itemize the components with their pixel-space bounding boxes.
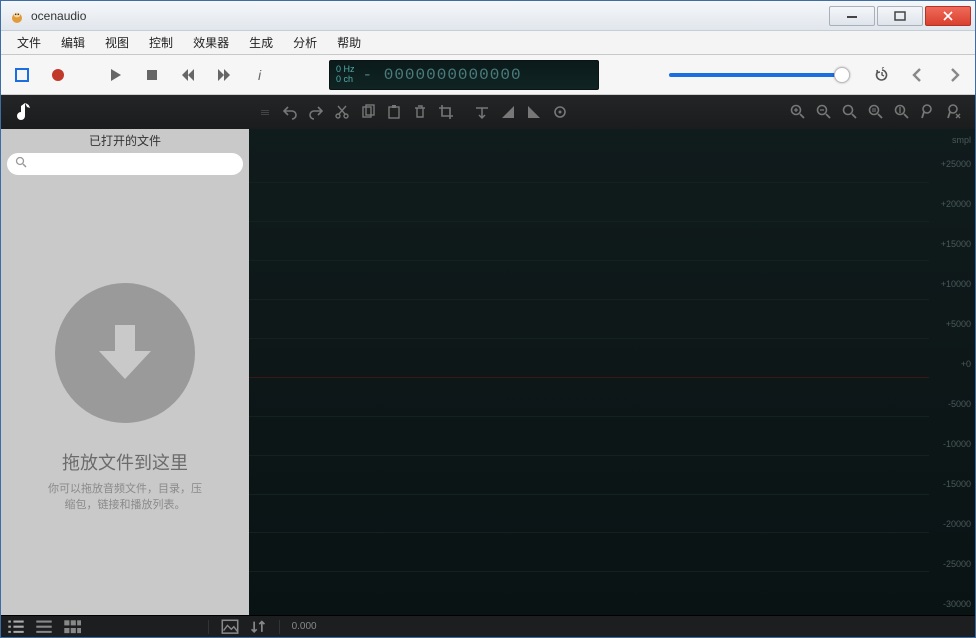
menu-analyze[interactable]: 分析 bbox=[283, 31, 327, 54]
zoom-selection-button[interactable] bbox=[864, 100, 888, 124]
zoom-out-button[interactable] bbox=[812, 100, 836, 124]
logo-icon bbox=[9, 99, 35, 125]
menu-generate[interactable]: 生成 bbox=[239, 31, 283, 54]
view-list-button[interactable] bbox=[7, 619, 25, 635]
rewind-button[interactable] bbox=[177, 64, 199, 86]
copy-button[interactable] bbox=[356, 100, 380, 124]
tick: -25000 bbox=[929, 559, 971, 569]
main-area: 已打开的文件 拖放文件到这里 你可以拖放音频文件，目录，压 缩包，链接和播放列表… bbox=[1, 129, 975, 615]
crop-button[interactable] bbox=[434, 100, 458, 124]
normalize-button[interactable] bbox=[470, 100, 494, 124]
tick: +0 bbox=[929, 359, 971, 369]
minimize-button[interactable] bbox=[829, 6, 875, 26]
amplitude-ruler: smpl +25000 +20000 +15000 +10000 +5000 +… bbox=[929, 153, 975, 615]
tick: +25000 bbox=[929, 159, 971, 169]
lcd-display: 0 Hz 0 ch - 0000000000000 bbox=[329, 60, 599, 90]
drop-sub-2: 缩包，链接和播放列表。 bbox=[65, 497, 186, 514]
loop-button[interactable] bbox=[548, 100, 572, 124]
zoom-in-button[interactable] bbox=[786, 100, 810, 124]
maximize-button[interactable] bbox=[877, 6, 923, 26]
play-button[interactable] bbox=[105, 64, 127, 86]
lcd-ch: 0 ch bbox=[336, 75, 355, 85]
nav-forward-button[interactable] bbox=[943, 64, 965, 86]
menu-view[interactable]: 视图 bbox=[95, 31, 139, 54]
marker-remove-button[interactable] bbox=[942, 100, 966, 124]
image-view-button[interactable] bbox=[221, 619, 239, 635]
redo-button[interactable] bbox=[304, 100, 328, 124]
ruler-unit: smpl bbox=[952, 135, 971, 145]
marker-add-button[interactable] bbox=[916, 100, 940, 124]
transport-toolbar: i 0 Hz 0 ch - 0000000000000 bbox=[1, 55, 975, 95]
waveform-view[interactable]: smpl +25000 +20000 +15000 +10000 +5000 +… bbox=[249, 129, 975, 615]
tick: -30000 bbox=[929, 599, 971, 609]
history-button[interactable] bbox=[871, 64, 893, 86]
app-icon bbox=[9, 8, 25, 24]
tick: +20000 bbox=[929, 199, 971, 209]
close-button[interactable] bbox=[925, 6, 971, 26]
info-button[interactable]: i bbox=[249, 64, 271, 86]
tick: -20000 bbox=[929, 519, 971, 529]
search-input[interactable] bbox=[31, 157, 235, 171]
forward-button[interactable] bbox=[213, 64, 235, 86]
download-arrow-icon bbox=[55, 283, 195, 423]
search-icon bbox=[15, 155, 31, 173]
menubar: 文件 编辑 视图 控制 效果器 生成 分析 帮助 bbox=[1, 31, 975, 55]
menu-edit[interactable]: 编辑 bbox=[51, 31, 95, 54]
delete-button[interactable] bbox=[408, 100, 432, 124]
cut-button[interactable] bbox=[330, 100, 354, 124]
lcd-time: - 0000000000000 bbox=[363, 66, 522, 84]
view-grid-button[interactable] bbox=[63, 619, 81, 635]
zoom-fit-button[interactable] bbox=[838, 100, 862, 124]
menu-effects[interactable]: 效果器 bbox=[183, 31, 239, 54]
paste-button[interactable] bbox=[382, 100, 406, 124]
tick: +15000 bbox=[929, 239, 971, 249]
stop-marker-button[interactable] bbox=[11, 64, 33, 86]
window-title: ocenaudio bbox=[31, 9, 827, 23]
grip-icon bbox=[261, 110, 269, 115]
zoom-vertical-button[interactable] bbox=[890, 100, 914, 124]
window-controls bbox=[827, 6, 971, 26]
sidebar: 已打开的文件 拖放文件到这里 你可以拖放音频文件，目录，压 缩包，链接和播放列表… bbox=[1, 129, 249, 615]
view-lines-button[interactable] bbox=[35, 619, 53, 635]
undo-button[interactable] bbox=[278, 100, 302, 124]
drop-zone[interactable]: 拖放文件到这里 你可以拖放音频文件，目录，压 缩包，链接和播放列表。 bbox=[1, 181, 249, 615]
zero-line bbox=[249, 377, 929, 378]
fade-in-button[interactable] bbox=[496, 100, 520, 124]
app-window: ocenaudio 文件 编辑 视图 控制 效果器 生成 分析 帮助 i 0 H… bbox=[0, 0, 976, 638]
menu-help[interactable]: 帮助 bbox=[327, 31, 371, 54]
stop-button[interactable] bbox=[141, 64, 163, 86]
drop-heading: 拖放文件到这里 bbox=[62, 449, 188, 475]
sidebar-search[interactable] bbox=[7, 153, 243, 175]
volume-slider[interactable] bbox=[669, 73, 849, 77]
svg-text:i: i bbox=[258, 67, 262, 83]
tick: -5000 bbox=[929, 399, 971, 409]
slider-thumb[interactable] bbox=[834, 67, 850, 83]
nav-back-button[interactable] bbox=[907, 64, 929, 86]
sidebar-header: 已打开的文件 bbox=[1, 129, 249, 151]
drop-sub-1: 你可以拖放音频文件，目录，压 bbox=[48, 481, 202, 498]
sort-button[interactable] bbox=[249, 619, 267, 635]
tick: -10000 bbox=[929, 439, 971, 449]
fade-out-button[interactable] bbox=[522, 100, 546, 124]
tick: -15000 bbox=[929, 479, 971, 489]
position-readout: 0.000 bbox=[292, 621, 332, 632]
statusbar: 0.000 bbox=[1, 615, 975, 637]
edit-toolbar bbox=[1, 95, 975, 129]
tick: +5000 bbox=[929, 319, 971, 329]
menu-file[interactable]: 文件 bbox=[7, 31, 51, 54]
menu-control[interactable]: 控制 bbox=[139, 31, 183, 54]
tick: +10000 bbox=[929, 279, 971, 289]
record-button[interactable] bbox=[47, 64, 69, 86]
titlebar: ocenaudio bbox=[1, 1, 975, 31]
